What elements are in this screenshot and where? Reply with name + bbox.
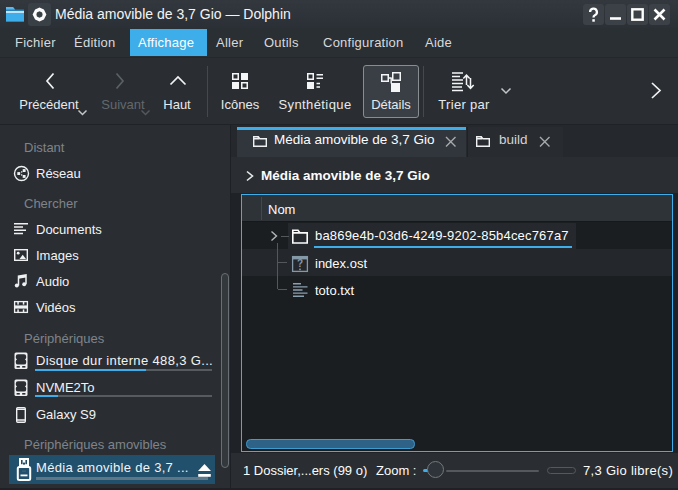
svg-text:?: ? (297, 258, 303, 269)
